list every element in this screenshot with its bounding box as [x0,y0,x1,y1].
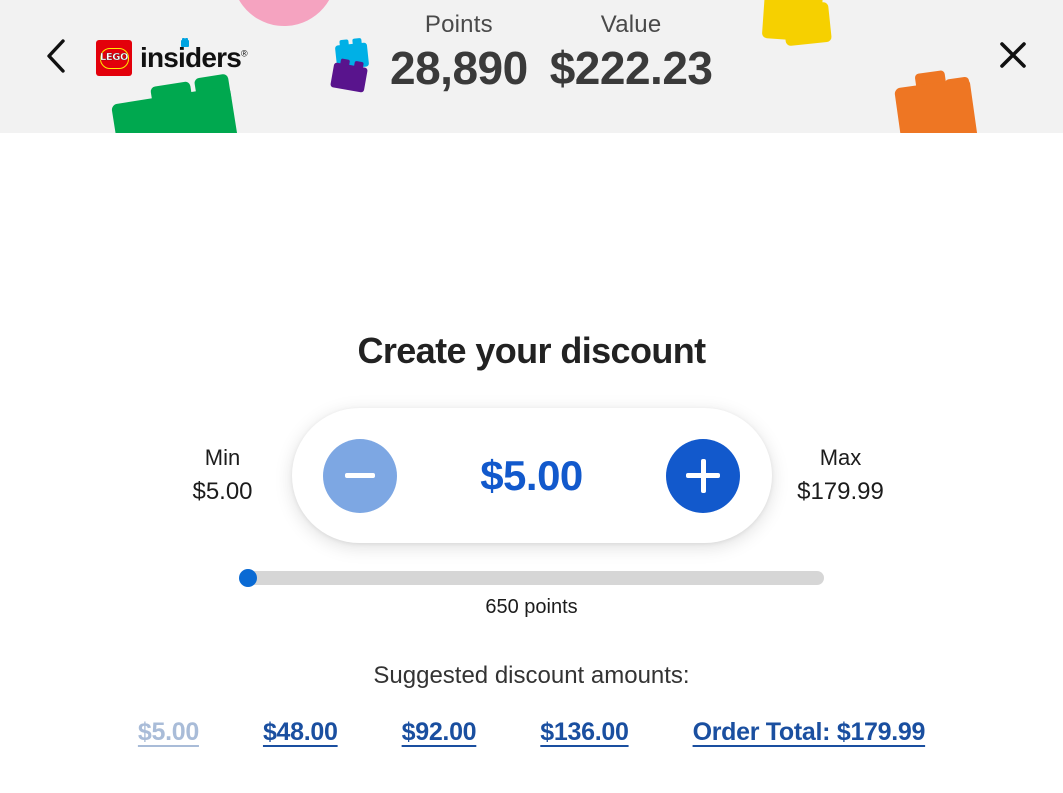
orange-brick-decoration [944,76,972,102]
stat-points-value: 28,890 [390,42,528,94]
max-amount: Max $179.99 [782,441,900,510]
discount-slider[interactable] [239,569,824,587]
orange-brick-decoration [914,70,948,98]
slider-thumb[interactable] [239,569,257,587]
minus-icon [344,473,375,478]
suggested-amount-link[interactable]: $92.00 [402,718,477,747]
min-label: Min [204,445,241,470]
suggested-amount-link[interactable]: $136.00 [540,718,629,747]
stat-points: Points 28,890 [390,10,528,95]
stat-value: Value $222.23 [550,10,713,95]
lego-brick-pair-icon [330,36,378,94]
lego-insiders-logo[interactable]: LEGO insiders® [96,38,248,76]
insiders-wordmark-text: insiders [140,42,242,73]
suggested-amount-link[interactable]: $48.00 [263,718,338,747]
lego-logo-icon: LEGO [96,40,132,76]
discount-amount-value: $5.00 [480,451,583,499]
discount-stepper-row: Min $5.00 $5.00 Max $179.99 [0,408,1063,543]
modal-header: LEGO insiders® Points 28,890 Value $222.… [0,0,1063,133]
trademark-symbol: ® [240,48,248,59]
stat-value-label: Value [600,11,662,38]
min-amount: Min $5.00 [164,441,282,510]
modal-body: Create your discount Min $5.00 $5.00 Max… [0,133,1063,793]
increment-button[interactable] [666,438,741,513]
yellow-brick-decoration [782,1,832,47]
close-icon [997,39,1029,76]
min-value: $5.00 [192,478,253,505]
lego-badge-text: LEGO [99,52,129,63]
plus-icon [686,458,721,493]
pink-shape-decoration [230,0,340,30]
close-button[interactable] [993,37,1033,77]
stat-value-amount: $222.23 [549,42,713,94]
account-stats: Points 28,890 Value $222.23 [390,10,713,95]
orange-brick-decoration [894,78,978,133]
back-button[interactable] [36,36,76,76]
chevron-left-icon [45,39,67,73]
suggested-amounts: $5.00 $48.00 $92.00 $136.00 Order Total:… [0,718,1063,747]
amount-stepper: $5.00 [291,408,772,543]
yellow-brick-decoration [761,0,825,42]
max-value: $179.99 [797,478,884,505]
order-total-link[interactable]: Order Total: $179.99 [693,718,926,747]
slider-points-label: 650 points [485,596,578,618]
brick-dot-icon [181,38,189,47]
suggested-amount-link[interactable]: $5.00 [138,718,199,747]
slider-track[interactable] [239,569,824,587]
decrement-button[interactable] [322,438,397,513]
green-brick-decoration [150,81,194,115]
green-brick-decoration [111,85,239,133]
discount-modal: LEGO insiders® Points 28,890 Value $222.… [0,0,1063,793]
green-brick-decoration [193,73,233,109]
suggestions-title: Suggested discount amounts: [373,662,690,689]
page-title: Create your discount [357,330,706,371]
stat-points-label: Points [424,11,493,38]
max-label: Max [819,445,862,470]
insiders-wordmark: insiders® [140,38,248,73]
